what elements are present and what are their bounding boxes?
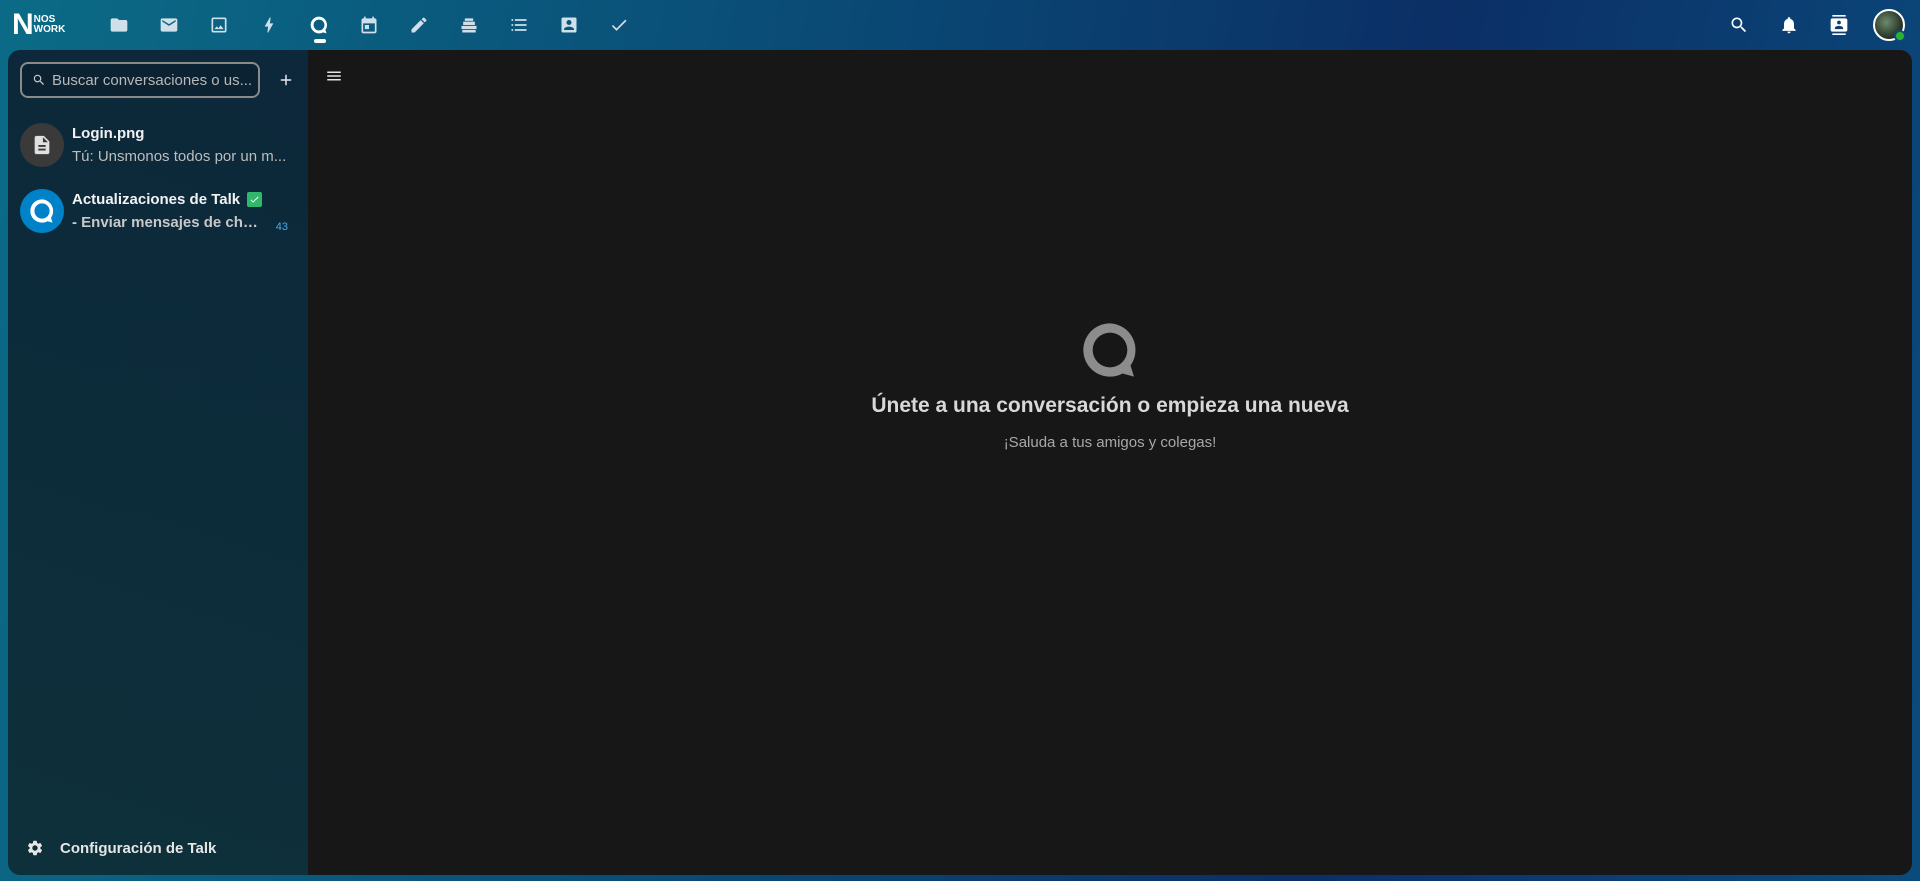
empty-state-title: Únete a una conversación o empieza una n… (871, 394, 1349, 417)
talk-settings-button[interactable]: Configuración de Talk (26, 839, 216, 857)
contacts-menu-icon[interactable] (1814, 0, 1864, 50)
mail-icon[interactable] (144, 0, 194, 50)
activity-icon[interactable] (244, 0, 294, 50)
notifications-bell-icon[interactable] (1764, 0, 1814, 50)
empty-state: Únete a una conversación o empieza una n… (308, 318, 1912, 451)
deck-icon[interactable] (444, 0, 494, 50)
app-content-frame: Login.png Tú: Unsmonos todos por un m...… (8, 50, 1912, 875)
conversation-last-message: - Enviar mensajes de cha... (72, 213, 258, 231)
conversation-item-talk-updates[interactable]: Actualizaciones de Talk - Enviar mensaje… (12, 181, 302, 241)
app-navigation (94, 0, 644, 50)
header-right-menu (1714, 0, 1908, 50)
conversation-title-text: Actualizaciones de Talk (72, 191, 241, 208)
conversation-last-message: Tú: Unsmonos todos por un m... (72, 147, 287, 165)
talk-icon[interactable] (294, 0, 344, 50)
contacts-icon[interactable] (544, 0, 594, 50)
conversation-avatar (20, 189, 64, 233)
logo-line-2: WORK (33, 24, 66, 35)
document-icon (34, 135, 50, 155)
unread-counter-badge: 43 (275, 220, 288, 233)
user-avatar[interactable] (1873, 9, 1906, 42)
gear-icon (27, 840, 43, 856)
new-conversation-button[interactable] (270, 64, 302, 96)
logo-wordmark: NOS WORK (34, 15, 66, 35)
conversation-title: Actualizaciones de Talk (72, 189, 292, 211)
logo-letter: N (12, 8, 34, 41)
top-header: N NOS WORK (0, 0, 1920, 50)
checkmark-icon[interactable] (594, 0, 644, 50)
brand-logo[interactable]: N NOS WORK (12, 9, 78, 41)
calendar-icon[interactable] (344, 0, 394, 50)
conversation-title: Login.png (72, 123, 292, 145)
online-status-indicator (1894, 30, 1906, 42)
talk-logo-icon (30, 199, 54, 223)
talk-sidebar: Login.png Tú: Unsmonos todos por un m...… (8, 50, 308, 875)
conversation-search[interactable] (20, 62, 260, 98)
settings-label: Configuración de Talk (60, 839, 217, 857)
files-icon[interactable] (94, 0, 144, 50)
talk-logo-icon (1078, 318, 1142, 382)
hamburger-menu-icon (327, 71, 341, 81)
verified-check-icon (247, 192, 263, 207)
conversation-title-text: Login.png (72, 125, 145, 142)
conversation-item-login[interactable]: Login.png Tú: Unsmonos todos por un m... (12, 115, 302, 175)
search-icon (33, 74, 44, 85)
tasks-icon[interactable] (494, 0, 544, 50)
empty-state-subtitle: ¡Saluda a tus amigos y colegas! (1003, 434, 1217, 451)
notes-icon[interactable] (394, 0, 444, 50)
conversation-avatar (20, 123, 64, 167)
search-input[interactable] (52, 71, 252, 89)
plus-icon (280, 74, 292, 86)
photos-icon[interactable] (194, 0, 244, 50)
search-icon[interactable] (1714, 0, 1764, 50)
main-content: Únete a una conversación o empieza una n… (308, 50, 1912, 875)
toggle-navigation-button[interactable] (318, 60, 350, 92)
